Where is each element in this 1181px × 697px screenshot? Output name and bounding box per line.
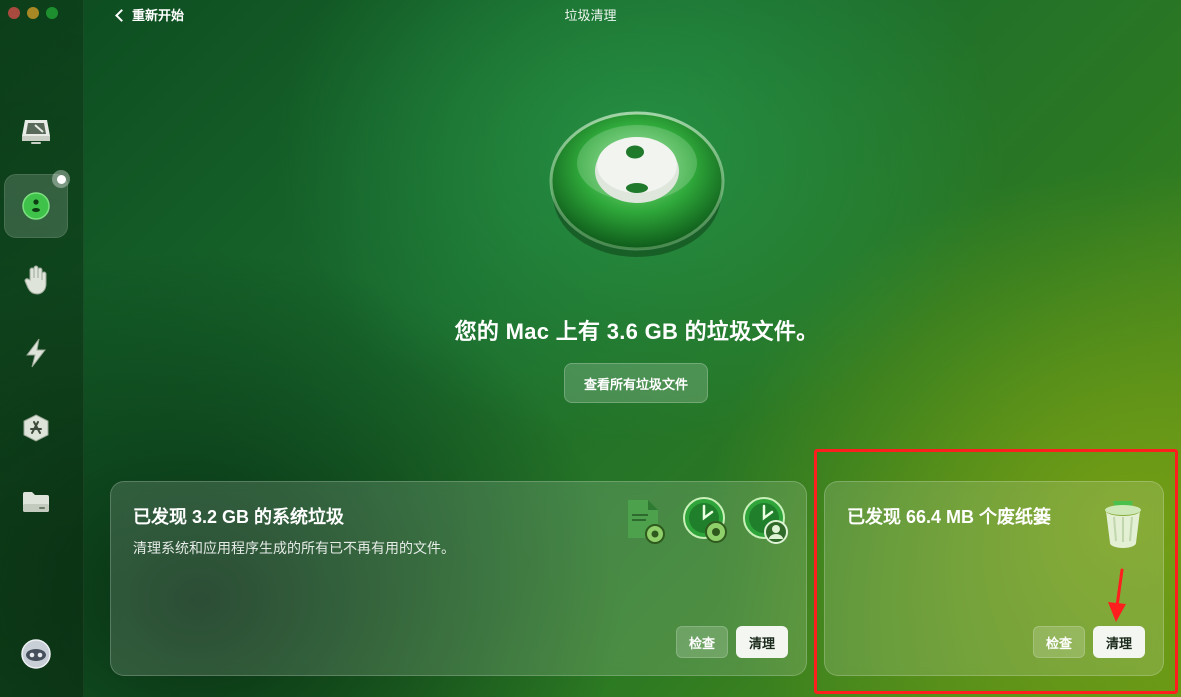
restart-button[interactable]: 重新开始 [115,5,185,24]
disk-icon [22,120,50,144]
restart-label: 重新开始 [132,8,185,23]
system-junk-card: 已发现 3.2 GB 的系统垃圾 清理系统和应用程序生成的所有已不再有用的文件。 [110,481,807,676]
sidebar [0,0,84,697]
assistant-button[interactable] [4,622,68,686]
status-dot [52,170,70,188]
system-junk-icons [622,496,790,548]
chevron-left-icon [115,8,128,22]
assistant-icon [21,639,51,669]
trash-inspect-button[interactable]: 检查 [1033,626,1085,658]
app-store-icon [23,414,49,442]
red-arrow-icon [1108,568,1126,622]
sidebar-item-privacy[interactable] [4,248,68,312]
trash-clean-button[interactable]: 清理 [1093,626,1145,658]
junk-summary-headline: 您的 Mac 上有 3.6 GB 的垃圾文件。 [454,319,819,344]
sidebar-item-disk[interactable] [4,99,68,163]
system-junk-inspect-button[interactable]: 检查 [676,626,728,658]
folder-icon [23,492,49,512]
document-gear-icon [628,500,665,544]
clock-user-icon [743,497,788,544]
system-junk-clean-button[interactable]: 清理 [736,626,788,658]
sidebar-item-files[interactable] [4,470,68,534]
sidebar-item-cleanup[interactable] [4,170,70,238]
clock-gear-icon [683,497,727,543]
cleanup-hero-icon [549,111,725,257]
system-junk-description: 清理系统和应用程序生成的所有已不再有用的文件。 [133,540,455,556]
view-all-junk-button[interactable]: 查看所有垃圾文件 [564,363,708,403]
trash-bin-icon [1105,501,1141,548]
system-junk-title: 已发现 3.2 GB 的系统垃圾 [133,507,345,527]
sidebar-item-apps[interactable] [4,396,68,460]
hand-icon [24,265,47,295]
trash-title: 已发现 66.4 MB 个废纸篓 [847,507,1052,527]
cleanup-icon [22,192,50,220]
